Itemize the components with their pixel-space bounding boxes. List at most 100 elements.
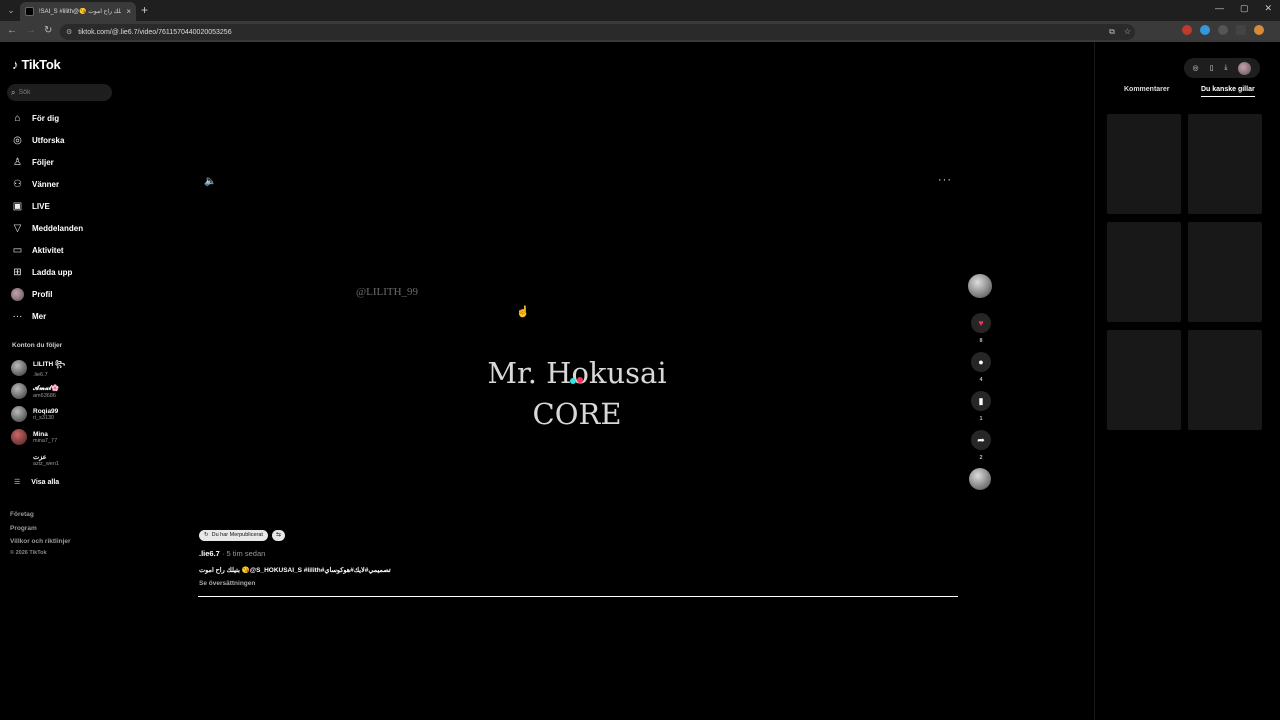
mouse-cursor-icon: ☝: [516, 306, 530, 318]
avatar: [11, 452, 27, 468]
followed-account[interactable]: 𝓐𝓶𝓪𝓵🌸 am63686: [11, 381, 59, 401]
recommended-grid: [1107, 114, 1262, 430]
extensions-puzzle-icon[interactable]: [1218, 25, 1228, 35]
right-panel: ◎ ▯ ⤓ Kommentarer Du kanske gillar: [1094, 42, 1280, 720]
new-tab-button[interactable]: +: [141, 3, 148, 17]
close-window-icon[interactable]: ✕: [1264, 3, 1272, 14]
save-count: 1: [979, 416, 983, 422]
video-thumbnail[interactable]: [1107, 330, 1181, 430]
browser-profile-avatar[interactable]: [1254, 25, 1264, 35]
account-name: Mina: [33, 430, 48, 438]
back-icon[interactable]: ←: [7, 25, 17, 37]
loading-dot-pink: [577, 377, 583, 383]
followed-account[interactable]: عزت aziz_wen1: [11, 450, 59, 470]
search-box[interactable]: ⌕: [7, 84, 112, 101]
tab-search-chevron-icon[interactable]: ⌄: [4, 3, 18, 17]
video-caption: بتيلك راح اموت 😘@S_HOKUSAI_S #lilith#تصم…: [199, 567, 391, 574]
avatar: [11, 383, 27, 399]
video-player[interactable]: [198, 170, 958, 510]
republished-badge[interactable]: ↻ Du har Merpublicerat: [199, 530, 268, 541]
search-input[interactable]: [18, 89, 99, 96]
browser-tabbar: ⌄ !SAI_S #lilith@😘 بتيلك راح اموت × + — …: [0, 0, 1280, 21]
install-app-icon[interactable]: ⧉: [1109, 27, 1115, 37]
translate-icon[interactable]: [1236, 25, 1246, 35]
video-thumbnail[interactable]: [1188, 114, 1262, 214]
show-all-button[interactable]: ☰ Visa alla: [14, 478, 60, 487]
reload-icon[interactable]: ↻: [44, 25, 52, 37]
followed-account[interactable]: LILITH ꧂ .lie6.7: [11, 358, 65, 378]
nav-item-activity[interactable]: ▭ Aktivitet: [11, 242, 111, 258]
nav-label: Ladda upp: [32, 267, 73, 277]
followed-account[interactable]: Mina mina7_77: [11, 427, 57, 447]
site-info-icon[interactable]: ⚙: [66, 28, 72, 36]
address-bar[interactable]: ⚙ tiktok.com/@.lie6.7/video/761157044002…: [60, 24, 1135, 40]
right-panel-tabs: Kommentarer Du kanske gillar: [1107, 86, 1265, 102]
forward-icon[interactable]: →: [26, 25, 36, 37]
video-thumbnail[interactable]: [1188, 330, 1262, 430]
nav-item-upload[interactable]: ⊞ Ladda upp: [11, 264, 111, 280]
author-name[interactable]: .lie6.7: [199, 549, 220, 558]
tiktok-note-icon: ♪: [12, 57, 19, 72]
video-thumbnail[interactable]: [1107, 222, 1181, 322]
download-icon[interactable]: ⤓: [1224, 64, 1227, 72]
see-translation-link[interactable]: Se översättningen: [199, 580, 255, 587]
user-avatar[interactable]: [1238, 61, 1252, 75]
footer-link-program[interactable]: Program: [10, 525, 71, 539]
coin-icon[interactable]: ◎: [1192, 64, 1198, 72]
nav-label: Följer: [32, 157, 54, 167]
browser-tab-active[interactable]: !SAI_S #lilith@😘 بتيلك راح اموت ×: [20, 2, 136, 21]
nav-item-profile[interactable]: Profil: [11, 286, 111, 302]
comment-icon[interactable]: ●: [971, 352, 991, 372]
following-icon: ♙: [13, 156, 22, 168]
extension-red-icon[interactable]: [1182, 25, 1192, 35]
tab-comments[interactable]: Kommentarer: [1124, 86, 1170, 93]
repost-icon: ↻: [204, 532, 209, 538]
bookmark-icon[interactable]: ▮: [971, 391, 991, 411]
nav-item-friends[interactable]: ⚇ Vänner: [11, 176, 111, 192]
activity-icon: ▭: [12, 244, 23, 256]
nav-label: För dig: [32, 113, 60, 123]
nav-item-explore[interactable]: ◎ Utforska: [11, 132, 111, 148]
tab-close-icon[interactable]: ×: [126, 7, 131, 16]
extension-blue-icon[interactable]: [1200, 25, 1210, 35]
browser-toolbar: ← → ↻ ⚙ tiktok.com/@.lie6.7/video/761157…: [0, 21, 1280, 42]
tiktok-logo[interactable]: ♪ TikTok: [12, 57, 61, 72]
friends-icon: ⚇: [13, 178, 22, 190]
video-thumbnail[interactable]: [1107, 114, 1181, 214]
like-heart-icon[interactable]: ♥: [971, 313, 991, 333]
account-username: mina7_77: [33, 437, 58, 444]
window-controls: — ▢ ✕: [1215, 3, 1272, 14]
url-text: tiktok.com/@.lie6.7/video/76115704400200…: [78, 28, 232, 36]
volume-icon[interactable]: 🔈: [204, 176, 216, 187]
repost-toggle-icon[interactable]: ⇆: [271, 530, 285, 541]
nav-label: Profil: [32, 289, 53, 299]
more-options-icon[interactable]: ···: [938, 174, 952, 186]
show-all-label: Visa alla: [31, 478, 60, 486]
share-arrow-icon[interactable]: ➦: [971, 430, 991, 450]
minimize-icon[interactable]: —: [1215, 3, 1224, 14]
home-icon: ⌂: [14, 112, 21, 124]
video-thumbnail[interactable]: [1188, 222, 1262, 322]
video-title-line2: CORE: [532, 397, 622, 431]
video-progress-bar[interactable]: [198, 596, 958, 597]
nav-item-messages[interactable]: ▽ Meddelanden: [11, 220, 111, 236]
author-line: .lie6.7 · 5 tim sedan: [199, 549, 265, 558]
nav-item-for-you[interactable]: ⌂ För dig: [11, 110, 111, 126]
account-name: Roqia99: [33, 407, 59, 415]
copyright: © 2026 TikTok: [10, 550, 47, 556]
profile-avatar: [11, 287, 24, 301]
device-icon[interactable]: ▯: [1210, 64, 1214, 72]
followed-account[interactable]: Roqia99 ri_s3130: [11, 404, 58, 424]
badge-label: Du har Merpublicerat: [211, 532, 263, 538]
like-count: 8: [979, 338, 983, 344]
sound-disc-avatar[interactable]: [969, 468, 991, 490]
bookmark-star-icon[interactable]: ☆: [1124, 27, 1131, 37]
tab-you-may-like[interactable]: Du kanske gillar: [1201, 86, 1255, 97]
footer-link-company[interactable]: Företag: [10, 511, 71, 525]
maximize-icon[interactable]: ▢: [1240, 3, 1249, 14]
nav-label: Meddelanden: [32, 223, 84, 233]
creator-avatar[interactable]: [968, 274, 992, 298]
nav-item-more[interactable]: ··· Mer: [11, 308, 111, 324]
nav-item-live[interactable]: ▣ LIVE: [11, 198, 111, 214]
nav-item-following[interactable]: ♙ Följer: [11, 154, 111, 170]
